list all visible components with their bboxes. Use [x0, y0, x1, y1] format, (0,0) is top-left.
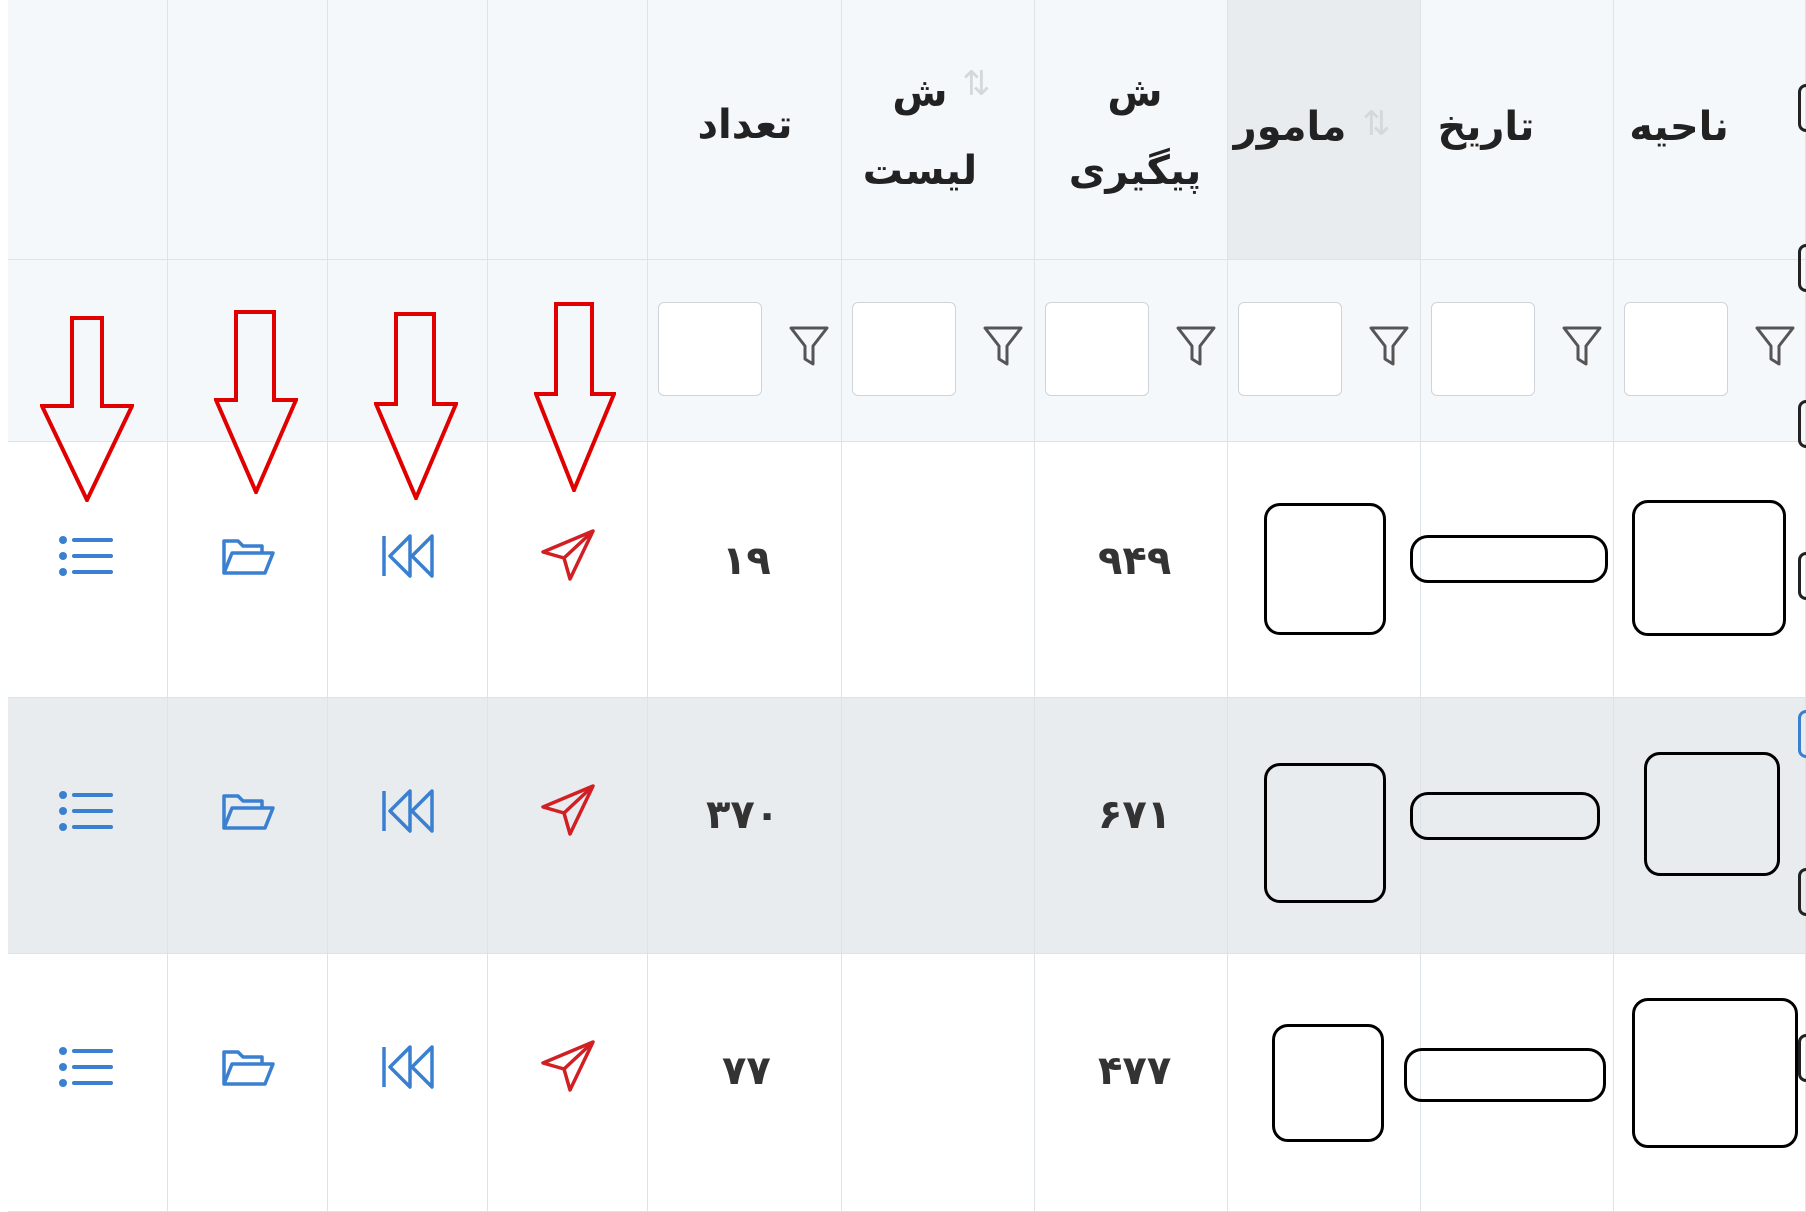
cell-count: ۷۷ — [722, 1048, 771, 1094]
row-select-edge[interactable] — [1798, 400, 1806, 448]
list-icon[interactable] — [58, 1046, 114, 1088]
cell-tracking-no: ۶۷۱ — [1098, 792, 1172, 838]
sort-icon[interactable]: ⇅ — [962, 64, 991, 104]
row-select-edge[interactable] — [1798, 710, 1806, 758]
filter-input-tracking-no[interactable] — [1045, 302, 1149, 396]
data-table: تعداد ش لیست ⇅ ش پیگیری مامور ⇅ تاریخ نا… — [0, 0, 1806, 1212]
filter-input-region[interactable] — [1624, 302, 1728, 396]
header-label-count: تعداد — [697, 102, 793, 148]
header-cell-actions-send — [488, 0, 648, 260]
header-label-region: ناحیه — [1629, 104, 1729, 150]
redacted-date — [1410, 792, 1600, 840]
redacted-officer — [1272, 1024, 1384, 1142]
send-icon[interactable] — [540, 528, 596, 582]
filter-icon[interactable] — [1561, 324, 1603, 370]
filter-icon[interactable] — [1754, 324, 1796, 370]
redacted-date — [1410, 535, 1608, 583]
annotation-arrow-down-icon — [40, 316, 134, 502]
list-icon[interactable] — [58, 790, 114, 832]
sort-icon[interactable]: ⇅ — [1362, 104, 1391, 144]
row-select-edge[interactable] — [1798, 552, 1806, 600]
row-select-edge[interactable] — [1798, 1034, 1806, 1082]
folder-open-icon[interactable] — [220, 535, 276, 579]
header-label-date: تاریخ — [1437, 104, 1535, 150]
filter-input-date[interactable] — [1431, 302, 1535, 396]
cell-tracking-no: ۹۴۹ — [1098, 538, 1172, 584]
cell-count: ۳۷۰ — [706, 792, 780, 838]
filter-icon[interactable] — [1368, 324, 1410, 370]
send-icon[interactable] — [540, 783, 596, 837]
redacted-date — [1404, 1048, 1606, 1102]
list-icon[interactable] — [58, 535, 114, 577]
cell-count: ۱۹ — [722, 538, 771, 584]
header-cell-actions-list — [8, 0, 168, 260]
redacted-officer — [1264, 503, 1386, 635]
filter-input-officer[interactable] — [1238, 302, 1342, 396]
filter-icon[interactable] — [1175, 324, 1217, 370]
annotation-arrow-down-icon — [374, 312, 458, 500]
redacted-officer — [1264, 763, 1386, 903]
annotation-arrow-down-icon — [214, 310, 298, 494]
redacted-region — [1644, 752, 1780, 876]
header-label-officer: مامور — [1233, 104, 1347, 150]
cell-tracking-no: ۴۷۷ — [1098, 1048, 1172, 1094]
annotation-arrow-down-icon — [534, 302, 616, 492]
folder-open-icon[interactable] — [220, 790, 276, 834]
skip-back-icon[interactable] — [380, 1043, 436, 1091]
row-select-edge[interactable] — [1798, 84, 1806, 132]
redacted-region — [1632, 998, 1798, 1148]
row-select-edge[interactable] — [1798, 244, 1806, 292]
table-cell — [842, 442, 1035, 698]
filter-input-count[interactable] — [658, 302, 762, 396]
header-cell-actions-folder — [168, 0, 328, 260]
header-cell-actions-back — [328, 0, 488, 260]
filter-icon[interactable] — [788, 324, 830, 370]
filter-icon[interactable] — [982, 324, 1024, 370]
redacted-region — [1632, 500, 1786, 636]
header-label-tracking-no: ش پیگیری — [1068, 70, 1202, 194]
folder-open-icon[interactable] — [220, 1046, 276, 1090]
send-icon[interactable] — [540, 1039, 596, 1093]
skip-back-icon[interactable] — [380, 532, 436, 580]
skip-back-icon[interactable] — [380, 787, 436, 835]
table-cell — [842, 954, 1035, 1212]
table-cell — [842, 698, 1035, 954]
filter-input-list-no[interactable] — [852, 302, 956, 396]
row-select-edge[interactable] — [1798, 868, 1806, 916]
